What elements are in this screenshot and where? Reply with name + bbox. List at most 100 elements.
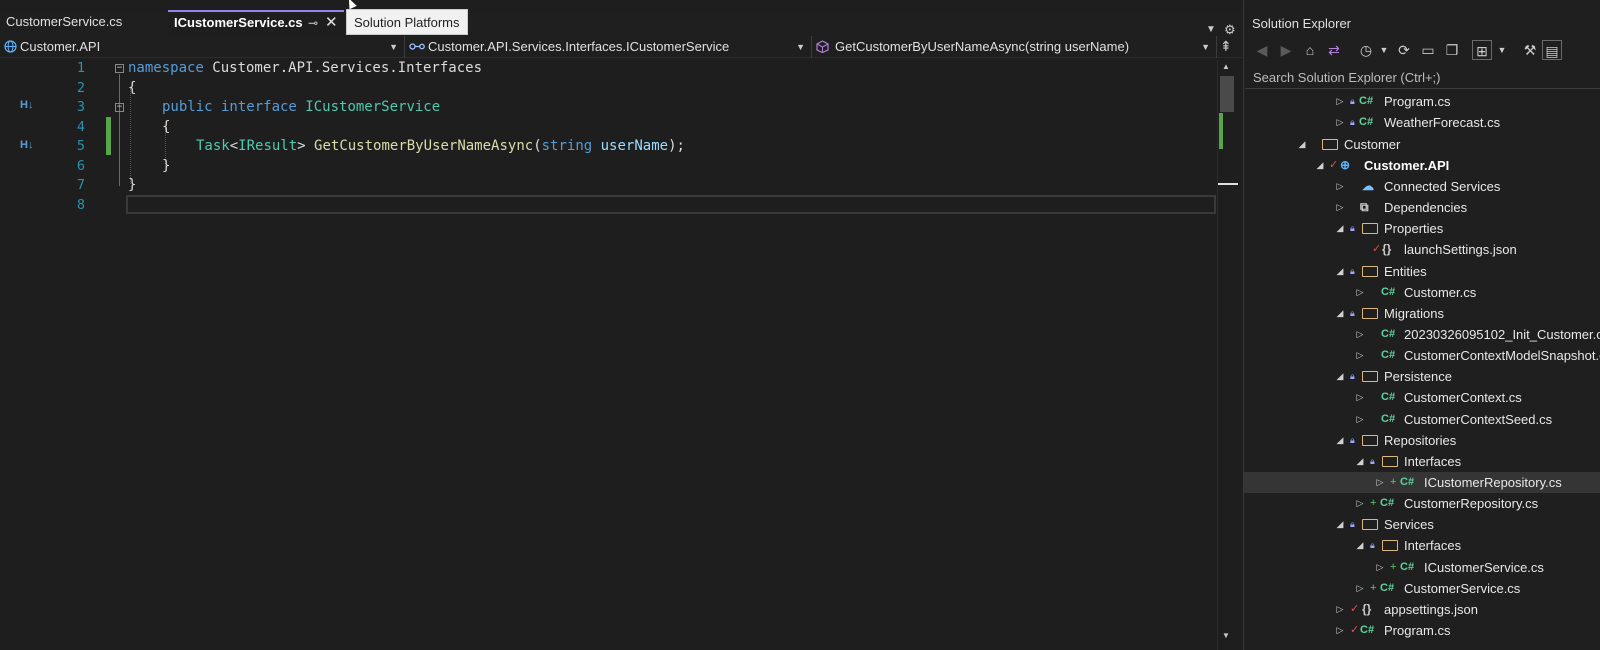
close-icon[interactable]: ✕ [325, 12, 338, 34]
checkmark-icon: ✓ [1350, 603, 1360, 615]
collapse-icon[interactable]: ◢ [1334, 218, 1346, 239]
scroll-up-icon[interactable]: ▲ [1222, 62, 1230, 71]
expand-icon[interactable]: ▷ [1334, 176, 1346, 197]
tree-item[interactable]: ▷ C# Customer.cs [1244, 282, 1600, 303]
sync-icon[interactable]: ⟳ [1394, 40, 1414, 60]
expand-icon[interactable]: ▷ [1334, 112, 1346, 133]
expand-icon[interactable]: ▷ [1354, 387, 1366, 408]
expand-icon[interactable]: ▷ [1374, 472, 1386, 493]
brace: { [128, 80, 137, 96]
expand-icon[interactable]: ▷ [1374, 557, 1386, 578]
preview-selected-icon[interactable]: ▤ [1542, 40, 1562, 60]
pin-icon[interactable]: ⊸ [308, 12, 318, 34]
expand-icon[interactable]: ▷ [1334, 91, 1346, 112]
tree-item[interactable]: ◢ 🔒︎ Persistence [1244, 366, 1600, 387]
pending-changes-filter-icon[interactable]: ◷ [1356, 40, 1376, 60]
tree-item[interactable]: ◢ 🔒︎ Entities [1244, 261, 1600, 282]
collapse-icon[interactable]: ◢ [1354, 535, 1366, 556]
navigation-bar: Customer.API ▼ Customer.API.Services.Int… [0, 36, 1242, 58]
expand-icon[interactable]: ▷ [1334, 620, 1346, 641]
expand-icon[interactable]: ▷ [1354, 324, 1366, 345]
code-area[interactable]: namespace Customer.API.Services.Interfac… [128, 60, 1213, 650]
tree-item[interactable]: ▷ ✓ {} appsettings.json [1244, 599, 1600, 620]
tree-item[interactable]: ▷ 🔒︎ C# WeatherForecast.cs [1244, 112, 1600, 133]
collapse-icon[interactable]: ◢ [1334, 514, 1346, 535]
tree-item[interactable]: ▷ C# CustomerContextModelSnapshot.cs [1244, 345, 1600, 366]
keyword-public: public [162, 99, 213, 115]
tab-list-dropdown-icon[interactable]: ▼ [1206, 24, 1216, 35]
project-dropdown[interactable]: Customer.API ▼ [0, 36, 405, 58]
collapse-icon[interactable]: − [115, 64, 124, 73]
added-icon: + [1390, 561, 1397, 573]
added-icon: + [1370, 497, 1377, 509]
expand-icon[interactable]: ▷ [1354, 493, 1366, 514]
line-number: 5 [76, 138, 85, 154]
expand-icon[interactable]: ▷ [1334, 197, 1346, 218]
back-icon[interactable]: ◀ [1252, 40, 1272, 60]
tree-item[interactable]: ✓ {} launchSettings.json [1244, 239, 1600, 260]
tree-item[interactable]: ◢ 🔒︎ Repositories [1244, 430, 1600, 451]
split-editor-icon[interactable]: ⇞ [1220, 38, 1232, 55]
tree-item[interactable]: ▷ ✓ C# Program.cs [1244, 620, 1600, 641]
tree-item[interactable]: ▷ ⧉ Dependencies [1244, 197, 1600, 218]
collapse-icon[interactable]: ◢ [1334, 261, 1346, 282]
implementation-glyph-icon[interactable]: H↓ [20, 139, 33, 151]
chevron-down-icon[interactable]: ▼ [1492, 40, 1512, 60]
switch-views-icon[interactable]: ⇄ [1324, 40, 1344, 60]
collapse-icon[interactable]: ◢ [1296, 134, 1308, 155]
code-line-7: } [128, 175, 136, 195]
tree-item[interactable]: ▷ + C# CustomerService.cs [1244, 578, 1600, 599]
tree-item[interactable]: ◢ Customer [1244, 134, 1600, 155]
tree-item-label: Program.cs [1384, 623, 1451, 638]
show-all-files-icon[interactable]: ❐ [1442, 40, 1462, 60]
collapse-icon[interactable]: ◢ [1334, 303, 1346, 324]
tree-item-label: ICustomerRepository.cs [1424, 475, 1562, 490]
expand-icon[interactable]: ▷ [1334, 599, 1346, 620]
lock-icon: 🔒︎ [1350, 96, 1355, 106]
home-icon[interactable]: ⌂ [1300, 40, 1320, 60]
tree-item-selected[interactable]: ▷ + C# ICustomerRepository.cs [1244, 472, 1600, 493]
added-icon: + [1370, 582, 1377, 594]
implementation-glyph-icon[interactable]: H↓ [20, 99, 33, 111]
lock-icon: 🔒︎ [1350, 308, 1355, 318]
forward-icon[interactable]: ▶ [1276, 40, 1296, 60]
collapse-icon[interactable]: ◢ [1334, 366, 1346, 387]
scrollbar-caret-marker [1218, 183, 1238, 185]
expand-icon[interactable]: ▷ [1354, 345, 1366, 366]
tree-item[interactable]: ◢ 🔒︎ Interfaces [1244, 451, 1600, 472]
solution-explorer-search[interactable]: Search Solution Explorer (Ctrl+;) [1245, 67, 1600, 89]
cloud-icon: ☁ [1362, 179, 1374, 193]
expand-icon[interactable]: ▷ [1354, 409, 1366, 430]
collapse-all-icon[interactable]: ▭ [1418, 40, 1438, 60]
fold-guide [119, 74, 120, 186]
tree-item[interactable]: ▷ C# 20230326095102_Init_Customer.cs [1244, 324, 1600, 345]
view-icon[interactable]: ⊞ [1472, 40, 1492, 60]
tab-customerservice[interactable]: CustomerService.cs [0, 10, 168, 34]
tree-item[interactable]: ◢ 🔒︎ Services [1244, 514, 1600, 535]
tree-item[interactable]: ▷ 🔒︎ C# Program.cs [1244, 91, 1600, 112]
member-dropdown[interactable]: GetCustomerByUserNameAsync(string userNa… [812, 36, 1217, 58]
tree-item[interactable]: ◢ ✓ ⊕ Customer.API [1244, 155, 1600, 176]
tree-item[interactable]: ◢ 🔒︎ Interfaces [1244, 535, 1600, 556]
code-line-5: Task<IResult> GetCustomerByUserNameAsync… [196, 136, 685, 156]
tree-item[interactable]: ▷ C# CustomerContextSeed.cs [1244, 409, 1600, 430]
collapse-icon[interactable]: ◢ [1314, 155, 1326, 176]
chevron-down-icon[interactable]: ▼ [1374, 40, 1394, 60]
tree-item[interactable]: ▷ + C# CustomerRepository.cs [1244, 493, 1600, 514]
wrench-icon[interactable]: ⚒ [1520, 40, 1540, 60]
collapse-icon[interactable]: ◢ [1334, 430, 1346, 451]
collapse-icon[interactable]: − [115, 103, 124, 112]
expand-icon[interactable]: ▷ [1354, 282, 1366, 303]
tree-item[interactable]: ▷ ☁ Connected Services [1244, 176, 1600, 197]
expand-icon[interactable]: ▷ [1354, 578, 1366, 599]
type-dropdown[interactable]: Customer.API.Services.Interfaces.ICustom… [405, 36, 812, 58]
tree-item[interactable]: ◢ 🔒︎ Properties [1244, 218, 1600, 239]
tree-item[interactable]: ◢ 🔒︎ Migrations [1244, 303, 1600, 324]
tree-item-label: Customer.cs [1404, 285, 1477, 300]
tab-icustomerservice[interactable]: ICustomerService.cs ⊸ ✕ [168, 10, 344, 34]
collapse-icon[interactable]: ◢ [1354, 451, 1366, 472]
tree-item[interactable]: ▷ C# CustomerContext.cs [1244, 387, 1600, 408]
scroll-down-icon[interactable]: ▼ [1222, 631, 1230, 640]
scrollbar-thumb[interactable] [1220, 76, 1234, 112]
tree-item[interactable]: ▷ + C# ICustomerService.cs [1244, 557, 1600, 578]
